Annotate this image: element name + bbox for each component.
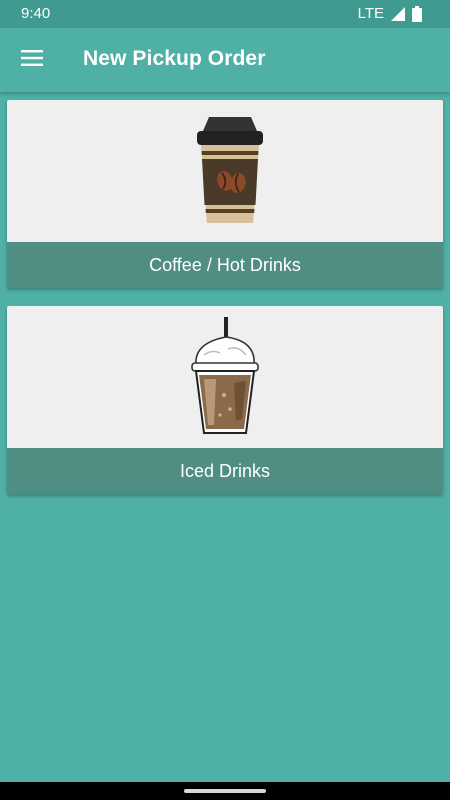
app-bar: New Pickup Order	[0, 28, 450, 92]
iced-coffee-cup-image	[191, 317, 259, 434]
system-nav-bar	[0, 782, 450, 800]
network-type: LTE	[357, 5, 384, 22]
category-card-iced-drinks[interactable]: Iced Drinks	[7, 306, 443, 494]
page-title: New Pickup Order	[83, 47, 266, 70]
cell-signal-icon	[390, 6, 406, 22]
status-indicators: LTE	[358, 5, 422, 22]
menu-button[interactable]	[12, 40, 52, 80]
battery-icon	[412, 5, 422, 22]
card-image-area	[7, 306, 443, 448]
status-bar: 9:40 LTE	[0, 0, 450, 28]
category-label: Iced Drinks	[7, 448, 443, 494]
category-list: Coffee / Hot Drinks Iced Drinks	[0, 92, 450, 782]
category-card-hot-drinks[interactable]: Coffee / Hot Drinks	[7, 100, 443, 288]
card-image-area	[7, 100, 443, 242]
home-indicator[interactable]	[184, 789, 266, 793]
status-time: 9:40	[21, 5, 51, 22]
category-label: Coffee / Hot Drinks	[7, 242, 443, 288]
menu-icon	[21, 49, 43, 71]
hot-coffee-cup-image	[197, 117, 263, 223]
